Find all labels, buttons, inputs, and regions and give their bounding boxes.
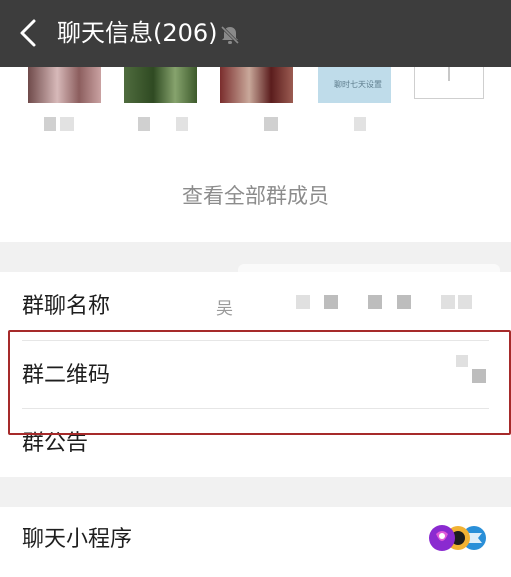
avatar-caption: 聊时七天设置 xyxy=(334,80,382,89)
plus-icon xyxy=(448,67,450,81)
blurred-text xyxy=(397,295,411,309)
title-bar: 聊天信息(206) xyxy=(0,0,511,67)
blurred-text xyxy=(324,295,338,309)
member-avatar[interactable]: 聊时七天设置 xyxy=(318,67,391,103)
member-name xyxy=(264,117,278,131)
view-all-members-link[interactable]: 查看全部群成员 xyxy=(0,182,511,210)
group-name-label: 群聊名称 xyxy=(22,294,111,319)
member-name xyxy=(176,117,188,131)
add-member-button[interactable] xyxy=(414,67,484,99)
page-title: 聊天信息(206) xyxy=(57,19,218,47)
member-avatar[interactable] xyxy=(220,67,293,103)
member-name xyxy=(354,117,366,131)
member-avatar[interactable] xyxy=(28,67,101,103)
group-name-value: 吴 xyxy=(216,299,233,319)
blurred-text xyxy=(458,295,472,309)
highlight-box xyxy=(8,330,511,435)
chevron-left-icon[interactable] xyxy=(14,16,44,50)
blurred-text xyxy=(441,295,455,309)
bell-muted-icon xyxy=(220,25,240,45)
mini-program-apps-icon[interactable] xyxy=(428,524,488,552)
member-grid: 聊时七天设置 查看全部群成员 xyxy=(0,67,511,242)
member-avatar[interactable] xyxy=(124,67,197,103)
blurred-text xyxy=(368,295,382,309)
member-name xyxy=(60,117,74,131)
member-name xyxy=(138,117,150,131)
member-name xyxy=(44,117,56,131)
chat-mini-program-label: 聊天小程序 xyxy=(22,527,133,552)
blurred-text xyxy=(296,295,310,309)
section-divider xyxy=(0,477,511,507)
